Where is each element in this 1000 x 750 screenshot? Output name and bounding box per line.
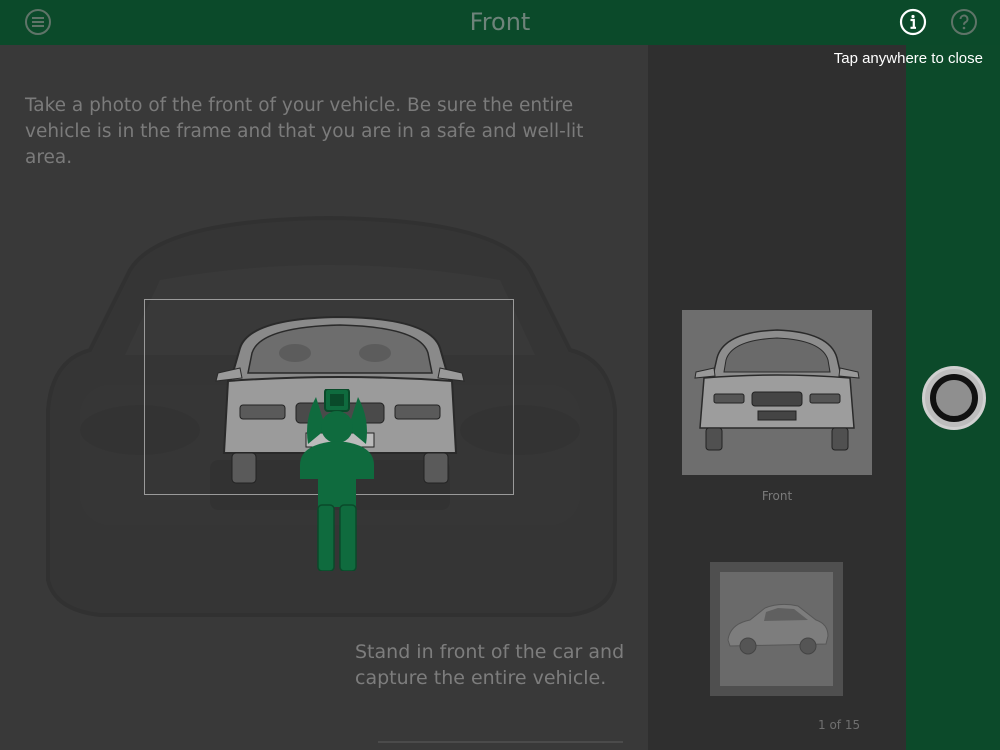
info-icon[interactable] — [899, 8, 927, 36]
thumbnail-front[interactable] — [682, 310, 872, 475]
thumbnail-front-label: Front — [761, 489, 793, 503]
thumbnail-panel: Front 1 of 15 — [648, 45, 906, 750]
help-question-icon[interactable] — [950, 8, 978, 36]
divider — [378, 741, 623, 743]
thumbnail-side[interactable] — [710, 562, 843, 696]
stand-hint-text: Stand in front of the car and capture th… — [355, 641, 625, 689]
person-taking-photo-icon — [300, 389, 374, 571]
page-title: Front — [469, 8, 531, 36]
car-side-thumbnail-icon — [727, 603, 829, 655]
tap-to-close-hint[interactable]: Tap anywhere to close — [834, 50, 983, 67]
shutter-button[interactable] — [922, 366, 986, 430]
car-front-thumbnail-icon — [694, 329, 860, 451]
instruction-text: Take a photo of the front of your vehicl… — [25, 95, 584, 168]
shutter-ring-icon — [930, 374, 978, 422]
page-indicator: 1 of 15 — [818, 718, 861, 732]
top-bar: Front — [0, 0, 1000, 45]
instruction-area: Take a photo of the front of your vehicl… — [0, 45, 648, 750]
